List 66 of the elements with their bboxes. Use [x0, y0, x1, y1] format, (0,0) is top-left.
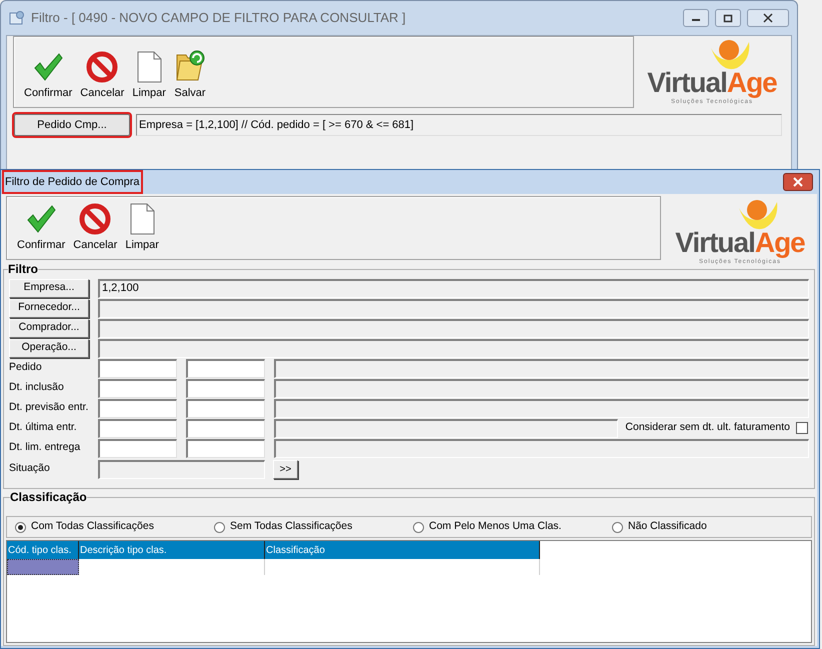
lookup-button[interactable]: Comprador... — [9, 318, 89, 338]
check-icon — [32, 50, 64, 82]
minimize-button[interactable] — [683, 9, 709, 27]
pedido-button[interactable]: Pedido Cmp... — [14, 114, 130, 136]
checkbox[interactable] — [796, 422, 808, 434]
toolbar-button[interactable]: Cancelar — [71, 202, 120, 253]
radio-option[interactable]: Com Todas Classificações — [15, 519, 214, 535]
window-icon — [9, 10, 25, 26]
toolbar-button[interactable]: Salvar — [172, 48, 208, 101]
close-button[interactable] — [783, 173, 813, 191]
field-label: Dt. última entr. — [9, 420, 78, 436]
toolbar-button[interactable]: Cancelar — [78, 50, 126, 101]
range-end-field[interactable] — [186, 358, 265, 378]
field-label: Dt. lim. entrega — [9, 440, 82, 456]
document-icon — [136, 50, 162, 82]
column-header[interactable]: Cód. tipo clas. — [7, 541, 79, 559]
close-icon — [763, 13, 773, 23]
toolbar-button[interactable]: Confirmar — [15, 202, 68, 253]
maximize-button[interactable] — [715, 9, 741, 27]
lookup-button[interactable]: Empresa... — [9, 278, 89, 298]
range-start-field[interactable] — [98, 358, 177, 378]
maximize-icon — [723, 13, 733, 23]
logo-text: VirtualAge — [647, 68, 777, 98]
field-label: Situação — [9, 461, 51, 476]
filter-summary-field: Empresa = [1,2,100] // Cód. pedido = [ >= 670 & <= 681] — [136, 114, 782, 136]
lookup-field: 1,2,100 — [98, 278, 809, 298]
radio-option[interactable]: Com Pelo Menos Uma Clas. — [413, 519, 612, 535]
no-entry-icon — [86, 50, 118, 82]
range-end-field[interactable] — [186, 398, 265, 418]
radio-button[interactable] — [413, 522, 424, 532]
folder-icon — [174, 48, 206, 82]
radio-button[interactable] — [15, 522, 26, 532]
field-label: Dt. previsão entr. — [9, 400, 90, 416]
radio-option[interactable]: Sem Todas Classificações — [214, 519, 413, 535]
lookup-button[interactable]: Fornecedor... — [9, 298, 89, 318]
table-cell — [7, 559, 79, 575]
column-header[interactable]: Classificação — [265, 541, 540, 559]
no-entry-icon — [79, 202, 112, 234]
group-title: Filtro — [8, 262, 38, 276]
check-icon — [25, 202, 58, 234]
logo-text: VirtualAge — [675, 228, 805, 258]
field-label: Pedido — [9, 360, 43, 376]
checkbox-label[interactable]: Considerar sem dt. ult. faturamento — [618, 420, 809, 436]
close-icon — [793, 177, 803, 187]
range-end-field[interactable] — [186, 378, 265, 398]
range-start-field[interactable] — [98, 438, 177, 458]
range-end-field[interactable] — [186, 418, 265, 438]
toolbar-button[interactable]: Confirmar — [22, 50, 74, 101]
range-start-field[interactable] — [98, 398, 177, 418]
field-label: Dt. inclusão — [9, 380, 65, 396]
range-end-field[interactable] — [186, 438, 265, 458]
window-title: Filtro - [ 0490 - NOVO CAMPO DE FILTRO PARA CONSULTAR ] — [31, 9, 407, 28]
toolbar-button[interactable]: Limpar — [123, 202, 161, 253]
toolbar-button[interactable]: Limpar — [130, 50, 168, 101]
group-title: Classificação — [10, 490, 87, 504]
dialog-title: Filtro de Pedido de Compra — [4, 172, 141, 192]
radio-button[interactable] — [612, 522, 623, 532]
column-header[interactable]: Descrição tipo clas. — [79, 541, 265, 559]
range-start-field[interactable] — [98, 378, 177, 398]
document-icon — [129, 202, 156, 234]
range-start-field[interactable] — [98, 418, 177, 438]
close-button[interactable] — [747, 9, 789, 27]
expand-button[interactable]: >> — [273, 460, 298, 478]
lookup-button[interactable]: Operação... — [9, 338, 89, 358]
radio-button[interactable] — [214, 522, 225, 532]
radio-option[interactable]: Não Classificado — [612, 519, 811, 535]
